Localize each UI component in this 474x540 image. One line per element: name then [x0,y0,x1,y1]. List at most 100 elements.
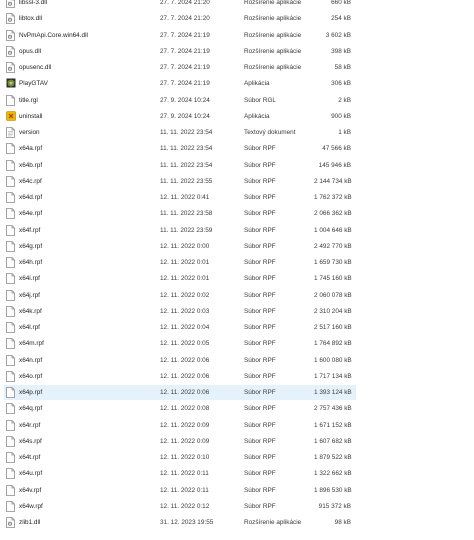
file-date-modified: 12. 11. 2022 0:08 [160,405,210,413]
generic-file-icon [6,289,15,301]
file-row[interactable]: x64t.rpf 12. 11. 2022 0:10 Súbor RPF 1 879 … [4,450,356,465]
file-row[interactable]: PlayGTAV 27. 7. 2024 21:19 Aplikácia 306 kB [4,76,356,91]
file-name: x64j.rpf [19,291,40,299]
file-date-modified: 12. 11. 2022 0:00 [160,242,210,250]
file-name: x64n.rpf [19,356,43,364]
file-row[interactable]: x64e.rpf 11. 11. 2022 23:58 Súbor RPF 2 066… [4,206,356,221]
file-name: uninstall [19,112,43,120]
file-size: 2 492 770 kB [314,242,352,250]
file-date-modified: 12. 11. 2022 0:11 [160,486,209,494]
file-name: x64q.rpf [19,405,43,413]
file-type: Súbor RPF [244,194,276,201]
file-row[interactable]: x64b.rpf 11. 11. 2022 23:54 Súbor RPF 145 9… [4,158,356,173]
file-name: NvPmApi.Core.win64.dll [19,31,88,39]
file-size: 900 kB [331,112,351,120]
file-name: title.rgl [19,96,38,104]
file-row[interactable]: x64q.rpf 12. 11. 2022 0:08 Súbor RPF 2 757 … [4,401,356,416]
generic-file-icon [6,208,15,220]
file-date-modified: 11. 11. 2022 23:54 [160,129,213,136]
file-row[interactable]: x64a.rpf 11. 11. 2022 23:54 Súbor RPF 47 56… [4,141,356,156]
file-size: 1 004 646 kB [314,226,352,234]
file-size: 3 602 kB [325,31,351,39]
file-row[interactable]: x64g.rpf 12. 11. 2022 0:00 Súbor RPF 2 492 … [4,239,356,254]
file-row[interactable]: zlib1.dll 31. 12. 2023 19:55 Rozšírenie ap… [4,515,356,530]
file-date-modified: 11. 11. 2022 23:54 [160,145,213,153]
file-size: 915 372 kB [318,502,351,510]
file-name: x64e.rpf [19,210,43,218]
file-row[interactable]: x64w.rpf 12. 11. 2022 0:12 Súbor RPF 915 37… [4,499,356,514]
generic-file-icon [6,305,15,317]
file-type: Súbor RPF [244,177,276,185]
file-date-modified: 11. 11. 2022 23:58 [160,210,213,218]
file-type: Súbor RPF [244,307,276,315]
file-type: Súbor RPF [244,145,276,153]
file-size: 2 060 078 kB [314,291,352,299]
file-row[interactable]: x64m.rpf 12. 11. 2022 0:05 Súbor RPF 1 764 … [4,336,356,351]
file-row[interactable]: x64v.rpf 12. 11. 2022 0:11 Súbor RPF 1 896 … [4,483,356,498]
file-type: Súbor RPF [244,324,276,331]
file-row[interactable]: x64n.rpf 12. 11. 2022 0:06 Súbor RPF 1 600 … [4,353,356,368]
file-type: Súbor RPF [244,437,276,445]
file-row[interactable]: libtox.dll 27. 7. 2024 21:20 Rozšírenie ap… [4,11,356,26]
text-file-icon [6,127,15,138]
file-row[interactable]: libssl-3.dll 27. 7. 2024 21:20 Rozšírenie … [4,0,356,10]
file-type: Rozšírenie aplikácie [244,519,302,526]
file-row[interactable]: x64o.rpf 12. 11. 2022 0:06 Súbor RPF 1 717 … [4,369,356,384]
file-type: Rozšírenie aplikácie [244,0,302,6]
file-row[interactable]: opus.dll 27. 7. 2024 21:19 Rozšírenie apli… [4,44,356,59]
file-row[interactable]: x64f.rpf 11. 11. 2022 23:59 Súbor RPF 1 004… [4,223,356,238]
file-date-modified: 27. 7. 2024 21:19 [160,80,210,88]
file-name: x64h.rpf [19,259,43,266]
file-name: libtox.dll [19,15,43,23]
file-size: 1 671 152 kB [314,421,352,429]
file-row[interactable]: x64h.rpf 12. 11. 2022 0:01 Súbor RPF 1 659 … [4,255,356,270]
file-row[interactable]: x64j.rpf 12. 11. 2022 0:02 Súbor RPF 2 060 … [4,288,356,303]
file-date-modified: 12. 11. 2022 0:06 [160,389,210,396]
file-row[interactable]: version 11. 11. 2022 23:54 Textový dokumen… [4,125,356,140]
file-size: 1 600 080 kB [314,356,352,364]
generic-file-icon [6,322,15,333]
generic-file-icon [6,224,15,236]
file-row[interactable]: x64u.rpf 12. 11. 2022 0:11 Súbor RPF 1 322 … [4,466,356,481]
file-type: Súbor RPF [244,291,276,299]
file-row[interactable]: x64p.rpf 12. 11. 2022 0:06 Súbor RPF 1 393 … [4,385,356,400]
file-name: x64p.rpf [19,389,43,396]
file-row[interactable]: x64k.rpf 12. 11. 2022 0:03 Súbor RPF 2 310 … [4,304,356,319]
file-row[interactable]: x64s.rpf 12. 11. 2022 0:09 Súbor RPF 1 607 … [4,434,356,449]
file-name: x64m.rpf [19,340,44,348]
file-row[interactable]: x64l.rpf 12. 11. 2022 0:04 Súbor RPF 2 517 … [4,320,356,335]
file-name: x64v.rpf [19,486,42,494]
dll-file-icon [6,517,15,528]
file-type: Súbor RPF [244,259,276,266]
file-type: Aplikácia [244,112,270,120]
file-type: Rozšírenie aplikácie [244,31,302,39]
file-type: Súbor RPF [244,486,276,494]
generic-file-icon [6,468,15,480]
file-size: 1 717 134 kB [314,372,352,380]
file-size: 1 kB [338,129,351,136]
file-row[interactable]: NvPmApi.Core.win64.dll 27. 7. 2024 21:19 R… [4,28,356,43]
file-row[interactable]: x64r.rpf 12. 11. 2022 0:09 Súbor RPF 1 671 … [4,418,356,433]
file-row[interactable]: x64d.rpf 12. 11. 2022 0:41 Súbor RPF 1 762 … [4,190,356,205]
file-row[interactable]: x64i.rpf 12. 11. 2022 0:01 Súbor RPF 1 745 … [4,271,356,286]
file-row[interactable]: x64c.rpf 11. 11. 2022 23:55 Súbor RPF 2 144… [4,174,356,189]
dll-file-icon [6,62,15,73]
file-name: x64t.rpf [19,454,41,461]
file-row[interactable]: title.rgl 27. 9. 2024 10:24 Súbor RGL 2 kB [4,93,356,108]
file-size: 1 896 530 kB [314,486,352,494]
file-name: libssl-3.dll [19,0,48,6]
uninstall-app-icon [6,110,16,122]
file-size: 2 144 734 kB [314,177,352,185]
generic-file-icon [6,273,15,285]
file-date-modified: 27. 7. 2024 21:19 [160,47,210,55]
file-row[interactable]: uninstall 27. 9. 2024 10:24 Aplikácia 900 k… [4,109,356,124]
file-date-modified: 27. 7. 2024 21:19 [160,31,210,39]
file-type: Rozšírenie aplikácie [244,47,302,55]
file-type: Aplikácia [244,80,270,88]
file-size: 47 566 kB [322,145,351,153]
file-row[interactable]: opusenc.dll 27. 7. 2024 21:19 Rozšírenie a… [4,60,356,75]
file-name: version [19,129,40,136]
file-type: Súbor RPF [244,454,276,461]
file-size: 1 659 730 kB [314,259,352,266]
file-date-modified: 12. 11. 2022 0:01 [160,275,210,283]
